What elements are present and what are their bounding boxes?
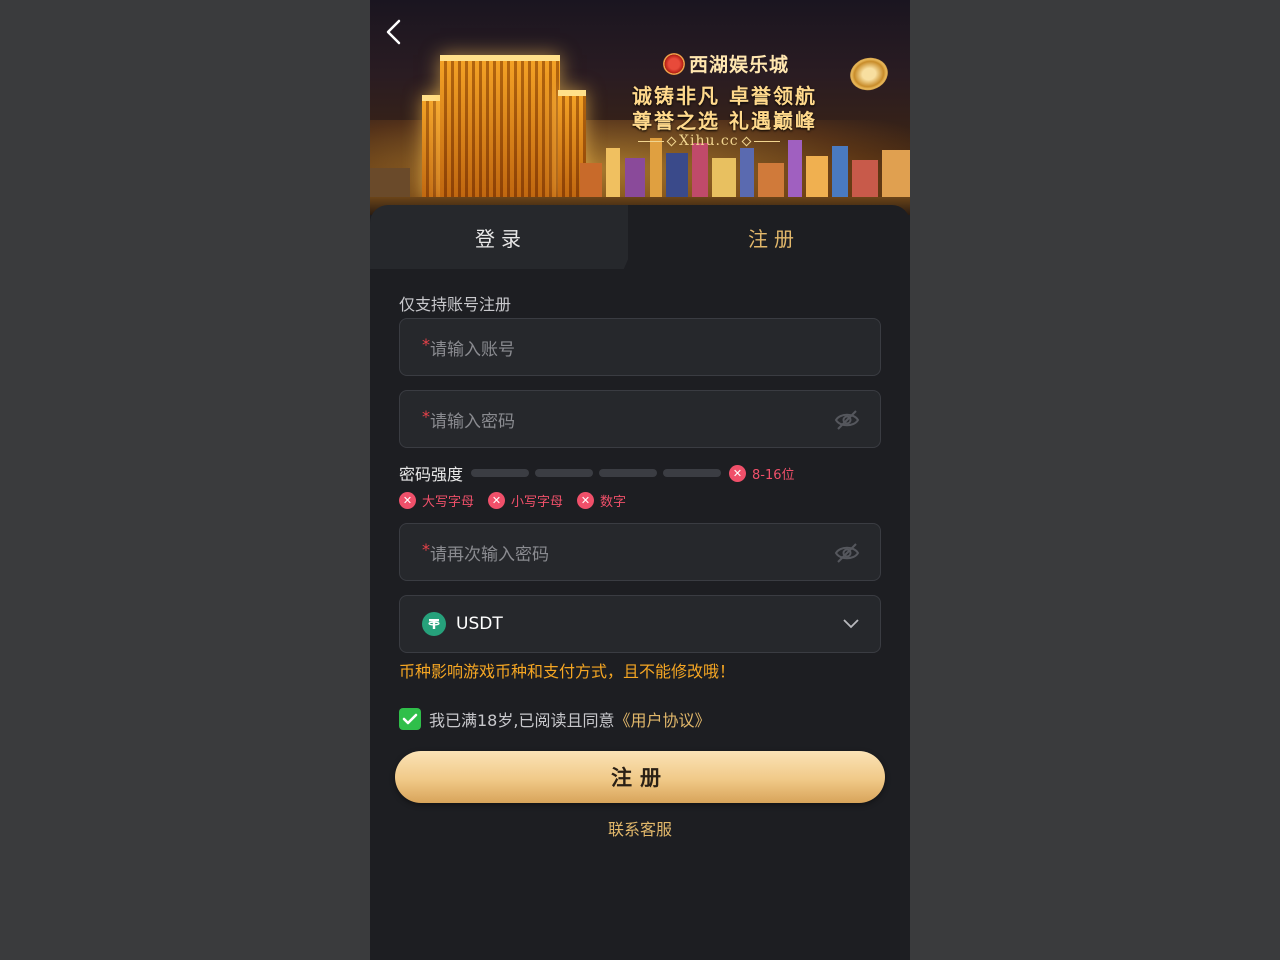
- close-x-icon: ✕: [577, 492, 595, 509]
- strength-label: 密码强度: [399, 465, 464, 484]
- strength-bar: [471, 469, 530, 477]
- password-strength: 密码强度 ✕ 8-16位: [399, 461, 795, 485]
- check-icon: [402, 713, 418, 725]
- decor-line: [753, 140, 780, 142]
- banner-brand: 西湖娱乐城: [663, 50, 789, 77]
- banner-domain: Xihu.cc: [638, 133, 780, 149]
- currency-select[interactable]: USDT: [399, 595, 881, 653]
- contact-support-link[interactable]: 联系客服: [370, 816, 910, 840]
- banner-slogan-line2: 尊誉之选 礼遇巅峰: [632, 109, 817, 133]
- rule-digit-text: 数字: [600, 495, 627, 510]
- promo-banner: 西湖娱乐城 诚铸非凡 卓誉领航 尊誉之选 礼遇巅峰 Xihu.cc: [370, 0, 910, 215]
- decor-line: [638, 140, 664, 142]
- agreement-row: 我已满18岁,已阅读且同意 《用户协议》: [399, 707, 710, 731]
- register-screen: 西湖娱乐城 诚铸非凡 卓誉领航 尊誉之选 礼遇巅峰 Xihu.cc 登录 注册 …: [370, 0, 910, 960]
- required-mark: *: [422, 407, 430, 426]
- backdrop-right: [910, 0, 1280, 960]
- tab-login[interactable]: 登录: [370, 205, 652, 269]
- auth-tabs: 登录 注册: [370, 205, 910, 269]
- brand-logo: [663, 52, 685, 75]
- back-arrow-icon[interactable]: [382, 18, 406, 46]
- decor-diamond: [741, 136, 752, 146]
- rule-digit: ✕ 数字: [577, 491, 626, 510]
- brand-name: 西湖娱乐城: [689, 54, 790, 76]
- close-x-icon: ✕: [729, 464, 747, 482]
- rule-lowercase: ✕ 小写字母: [488, 491, 563, 510]
- tab-register[interactable]: 注册: [628, 205, 910, 269]
- password-placeholder: 请输入密码: [430, 411, 515, 432]
- close-x-icon: ✕: [399, 492, 416, 509]
- banner-domain-text: Xihu.cc: [679, 133, 739, 149]
- strength-bar: [663, 469, 722, 477]
- user-agreement-link[interactable]: 《用户协议》: [614, 707, 710, 731]
- password-input[interactable]: * 请输入密码: [399, 390, 881, 448]
- confirm-password-input[interactable]: * 请再次输入密码: [399, 523, 881, 581]
- casino-chip-icon: [846, 53, 892, 95]
- rule-lowercase-text: 小写字母: [511, 495, 564, 510]
- required-mark: *: [422, 540, 430, 559]
- required-mark: *: [422, 335, 430, 354]
- usdt-icon: [422, 612, 446, 636]
- agree-text: 我已满18岁,已阅读且同意: [429, 711, 615, 730]
- account-placeholder: 请输入账号: [430, 339, 515, 360]
- close-x-icon: ✕: [488, 492, 506, 509]
- agree-checkbox[interactable]: [399, 708, 421, 730]
- section-label: 仅支持账号注册: [399, 295, 512, 314]
- strength-bar: [599, 469, 658, 477]
- eye-off-icon[interactable]: [834, 541, 860, 565]
- backdrop-left: [0, 0, 370, 960]
- eye-off-icon[interactable]: [834, 408, 860, 432]
- rule-uppercase: ✕ 大写字母: [399, 491, 474, 510]
- confirm-password-placeholder: 请再次输入密码: [430, 544, 549, 565]
- password-rules: ✕ 大写字母 ✕ 小写字母 ✕ 数字: [399, 491, 640, 510]
- currency-warning: 币种影响游戏币种和支付方式，且不能修改哦！: [399, 662, 736, 681]
- chevron-down-icon: [843, 619, 859, 629]
- register-button[interactable]: 注册: [395, 751, 885, 803]
- account-input[interactable]: * 请输入账号: [399, 318, 881, 376]
- decor-diamond: [666, 136, 677, 146]
- rule-length: 8-16位: [752, 467, 795, 483]
- currency-value: USDT: [456, 614, 503, 634]
- rule-uppercase-text: 大写字母: [422, 495, 475, 510]
- strength-bar: [535, 469, 594, 477]
